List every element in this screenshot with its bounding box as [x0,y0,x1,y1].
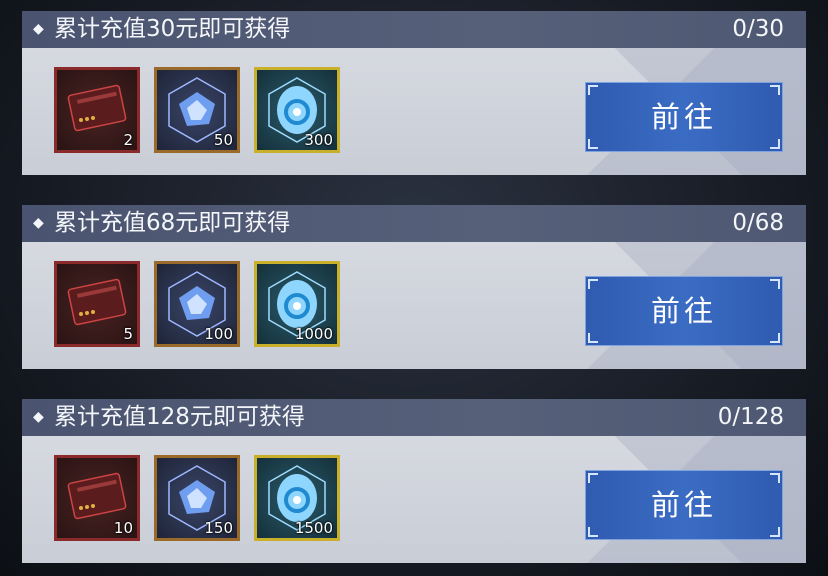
go-button-label: 前往 [650,100,717,134]
task-header: ◆ 累计充值128元即可获得 0/128 [22,399,806,436]
task-title: 累计充值30元即可获得 [54,16,291,42]
task-header: ◆ 累计充值68元即可获得 0/68 [22,205,806,242]
reward-item-gem[interactable]: 1500 [254,455,340,541]
go-button[interactable]: 前往 [585,82,783,152]
recharge-task-card: ◆ 累计充值128元即可获得 0/128 10 150 1500 前往 [22,399,806,563]
reward-item-card[interactable]: 2 [54,67,140,153]
task-progress: 0/68 [732,210,784,236]
reward-count: 1000 [294,325,333,343]
reward-count: 1500 [294,519,333,537]
reward-count: 2 [123,131,133,149]
task-progress: 0/128 [717,404,784,430]
reward-item-gem[interactable]: 1000 [254,261,340,347]
task-header: ◆ 累计充值30元即可获得 0/30 [22,11,806,48]
reward-item-card[interactable]: 10 [54,455,140,541]
reward-item-gem[interactable]: 300 [254,67,340,153]
reward-count: 50 [213,131,233,149]
reward-item-crystal[interactable]: 50 [154,67,240,153]
task-title: 累计充值68元即可获得 [54,210,291,236]
reward-count: 10 [113,519,133,537]
diamond-bullet-icon: ◆ [33,215,44,231]
go-button[interactable]: 前往 [585,470,783,540]
task-title: 累计充值128元即可获得 [54,404,305,430]
reward-count: 300 [304,131,333,149]
diamond-bullet-icon: ◆ [33,21,44,37]
go-button[interactable]: 前往 [585,276,783,346]
task-body: 2 50 300 前往 [22,48,806,175]
reward-count: 100 [204,325,233,343]
reward-item-crystal[interactable]: 150 [154,455,240,541]
task-body: 5 100 1000 前往 [22,242,806,369]
recharge-task-card: ◆ 累计充值30元即可获得 0/30 2 50 300 前往 [22,11,806,175]
go-button-label: 前往 [650,294,717,328]
reward-count: 150 [204,519,233,537]
reward-count: 5 [123,325,133,343]
task-progress: 0/30 [732,16,784,42]
reward-item-card[interactable]: 5 [54,261,140,347]
task-body: 10 150 1500 前往 [22,436,806,563]
recharge-task-card: ◆ 累计充值68元即可获得 0/68 5 100 1000 前往 [22,205,806,369]
reward-item-crystal[interactable]: 100 [154,261,240,347]
diamond-bullet-icon: ◆ [33,409,44,425]
go-button-label: 前往 [650,488,717,522]
